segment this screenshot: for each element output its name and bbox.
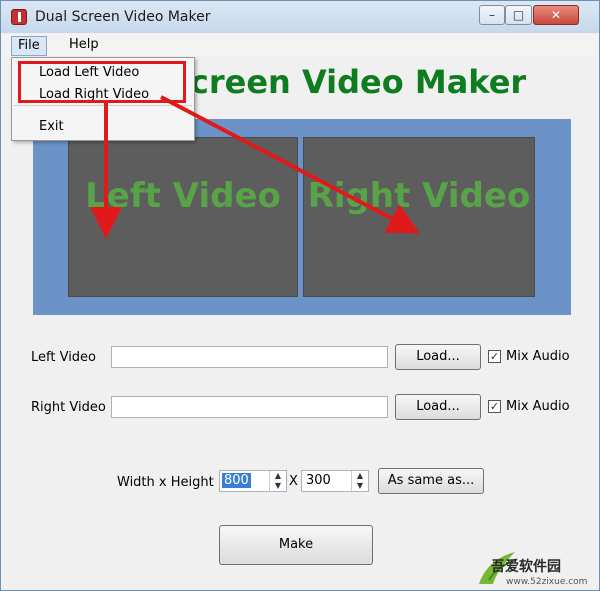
width-value[interactable]: 800 bbox=[222, 473, 251, 488]
window-title: Dual Screen Video Maker bbox=[35, 9, 211, 25]
menu-separator bbox=[14, 105, 192, 106]
menu-file[interactable]: File bbox=[11, 36, 47, 56]
menu-help[interactable]: Help bbox=[63, 36, 105, 54]
annotation-highlight-box bbox=[18, 61, 186, 103]
watermark-url: www.52zixue.com bbox=[506, 577, 588, 587]
minimize-button[interactable]: – bbox=[479, 5, 505, 25]
right-mix-audio-label: Mix Audio bbox=[506, 399, 570, 414]
maximize-button[interactable]: □ bbox=[505, 5, 532, 25]
app-icon bbox=[11, 9, 27, 25]
left-video-label: Left Video bbox=[31, 350, 97, 365]
right-video-field[interactable] bbox=[111, 396, 388, 418]
left-preview-pane: Left Video bbox=[68, 137, 298, 297]
height-spinner-arrows-icon[interactable]: ▲ ▼ bbox=[351, 471, 368, 491]
width-spinner[interactable]: 800 ▲ ▼ bbox=[219, 470, 287, 492]
right-preview-pane: Right Video bbox=[303, 137, 535, 297]
right-video-label: Right Video bbox=[31, 400, 106, 415]
menu-item-exit[interactable]: Exit bbox=[39, 119, 64, 134]
load-left-button[interactable]: Load... bbox=[395, 344, 481, 370]
make-button[interactable]: Make bbox=[219, 525, 373, 565]
size-label: Width x Height bbox=[117, 475, 214, 490]
left-video-field[interactable] bbox=[111, 346, 388, 368]
watermark-text: 吾爱软件园 bbox=[491, 559, 561, 575]
menu-bar: File Help bbox=[1, 34, 599, 56]
width-spinner-arrows-icon[interactable]: ▲ ▼ bbox=[269, 471, 286, 491]
right-preview-text: Right Video bbox=[307, 176, 531, 216]
size-separator: X bbox=[289, 474, 298, 489]
load-right-button[interactable]: Load... bbox=[395, 394, 481, 420]
left-preview-text: Left Video bbox=[85, 176, 281, 216]
height-spinner[interactable]: 300 ▲ ▼ bbox=[301, 470, 369, 492]
right-mix-audio-checkbox[interactable]: ✓ bbox=[488, 400, 501, 413]
left-mix-audio-label: Mix Audio bbox=[506, 349, 570, 364]
same-as-button[interactable]: As same as... bbox=[378, 468, 484, 494]
close-button[interactable]: ✕ bbox=[533, 5, 579, 25]
title-bar[interactable]: Dual Screen Video Maker – □ ✕ bbox=[1, 1, 599, 33]
app-window: Dual Screen Video Maker – □ ✕ File Help … bbox=[0, 0, 600, 591]
height-value[interactable]: 300 bbox=[304, 473, 333, 488]
left-mix-audio-checkbox[interactable]: ✓ bbox=[488, 350, 501, 363]
preview-area: Left Video Right Video bbox=[33, 119, 571, 315]
